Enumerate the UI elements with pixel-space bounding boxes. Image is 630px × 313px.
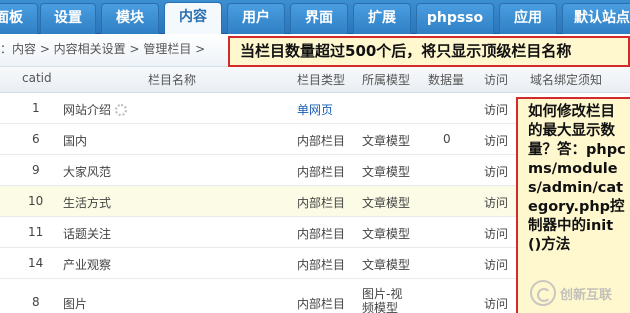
row-visit-link[interactable]: 访问 (484, 225, 508, 242)
tab-users[interactable]: 用户 (227, 3, 285, 34)
tab-label: 内容 (179, 9, 207, 25)
row-model: 文章模型 (362, 196, 411, 210)
tab-modules[interactable]: 模块 (101, 3, 159, 34)
tab-extend[interactable]: 扩展 (353, 3, 411, 34)
row-catid: 1 (32, 101, 40, 115)
tab-label: phpsso (426, 10, 484, 26)
row-name: 图片 (63, 297, 88, 311)
row-visit-link[interactable]: 访问 (484, 101, 508, 118)
row-type: 内部栏目 (297, 134, 346, 148)
col-count: 数据量 (428, 73, 465, 87)
row-name: 产业观察 (63, 258, 112, 272)
tab-phpsso[interactable]: phpsso (416, 3, 494, 34)
row-visit-link[interactable]: 访问 (484, 194, 508, 211)
row-model: 文章模型 (362, 134, 411, 148)
tab-label: 界面 (305, 10, 333, 26)
tab-label: 应用 (514, 10, 542, 26)
row-name: 国内 (63, 134, 88, 148)
row-type: 内部栏目 (297, 165, 346, 179)
row-catid: 6 (32, 132, 40, 146)
row-visit-link[interactable]: 访问 (484, 295, 508, 312)
tab-label: 默认站点 (574, 10, 630, 26)
tab-label: 设置 (54, 10, 82, 26)
row-catid: 9 (32, 163, 40, 177)
row-catid: 11 (28, 225, 44, 239)
col-domain: 域名绑定须知 (530, 73, 603, 87)
tab-interface[interactable]: 界面 (290, 3, 348, 34)
tab-apps[interactable]: 应用 (499, 3, 557, 34)
row-model: 文章模型 (362, 227, 411, 241)
tab-panel[interactable]: 面板 (0, 3, 38, 34)
tab-default-site[interactable]: 默认站点 (562, 3, 630, 34)
col-type: 栏目类型 (297, 73, 346, 87)
settings-icon[interactable] (115, 104, 128, 116)
breadcrumb: 位置：内容 > 内容相关设置 > 管理栏目 > (0, 42, 206, 56)
row-name: 网站介绍 (63, 101, 128, 118)
watermark-logo-icon (530, 280, 556, 306)
row-catid: 10 (28, 194, 44, 208)
col-visit: 访问 (484, 73, 509, 87)
row-catid: 14 (28, 256, 44, 270)
row-name: 大家风范 (63, 165, 112, 179)
row-type[interactable]: 单网页 (297, 101, 333, 118)
row-model: 文章模型 (362, 258, 411, 272)
watermark: 创新互联 (530, 278, 630, 308)
row-type: 内部栏目 (297, 297, 346, 311)
row-name: 话题关注 (63, 227, 112, 241)
row-type: 内部栏目 (297, 227, 346, 241)
tab-label: 扩展 (368, 10, 396, 26)
row-model: 图片-视频模型 (362, 287, 403, 313)
tab-label: 模块 (116, 10, 144, 26)
tab-label: 用户 (242, 10, 270, 26)
row-type: 内部栏目 (297, 258, 346, 272)
annotation-banner: 当栏目数量超过500个后，将只显示顶级栏目名称 (228, 36, 630, 67)
row-name: 生活方式 (63, 196, 112, 210)
col-name: 栏目名称 (148, 73, 197, 87)
col-model: 所属模型 (362, 73, 411, 87)
row-count: 0 (443, 132, 451, 146)
top-nav: 面板 设置 模块 内容 用户 界面 扩展 phpsso 应用 默认站点 (0, 0, 630, 35)
row-visit-link[interactable]: 访问 (484, 256, 508, 273)
table-header: catid 栏目名称 栏目类型 所属模型 数据量 访问 域名绑定须知 (0, 67, 630, 93)
col-catid: catid (22, 71, 52, 85)
row-catid: 8 (32, 295, 40, 309)
row-name-text: 网站介绍 (63, 103, 112, 117)
row-model: 文章模型 (362, 165, 411, 179)
row-visit-link[interactable]: 访问 (484, 163, 508, 180)
tab-settings[interactable]: 设置 (40, 3, 96, 34)
watermark-text: 创新互联 (560, 288, 613, 303)
tab-label: 面板 (0, 10, 23, 26)
row-type: 内部栏目 (297, 196, 346, 210)
tab-content[interactable]: 内容 (164, 2, 222, 35)
row-visit-link[interactable]: 访问 (484, 132, 508, 149)
